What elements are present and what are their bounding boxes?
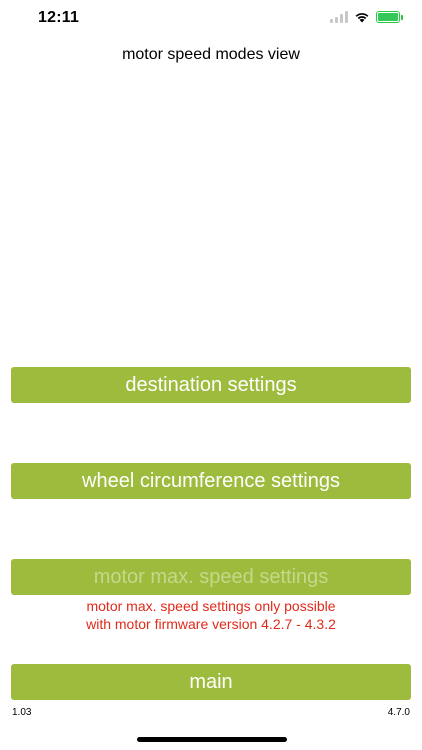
destination-settings-button[interactable]: destination settings: [11, 367, 411, 403]
status-icons: [330, 11, 403, 23]
battery-charging-icon: [376, 11, 403, 23]
status-time: 12:11: [38, 9, 80, 26]
motor-max-speed-settings-button[interactable]: motor max. speed settings: [11, 559, 411, 595]
battery-tip: [401, 15, 403, 20]
warning-line-1: motor max. speed settings only possible: [86, 598, 336, 614]
battery-fill: [378, 13, 398, 21]
app-version-label: 1.03: [12, 707, 32, 718]
wheel-circumference-settings-button[interactable]: wheel circumference settings: [11, 463, 411, 499]
warning-line-2: with motor firmware version 4.2.7 - 4.3.…: [86, 616, 336, 632]
firmware-warning: motor max. speed settings only possible …: [0, 597, 422, 633]
status-bar: 12:11: [0, 0, 422, 36]
page-title: motor speed modes view: [122, 46, 300, 63]
signal-icon: [330, 11, 348, 23]
firmware-version-label: 4.7.0: [387, 707, 410, 718]
wifi-icon: [355, 13, 369, 23]
home-indicator[interactable]: [137, 737, 287, 742]
main-button[interactable]: main: [11, 664, 411, 700]
